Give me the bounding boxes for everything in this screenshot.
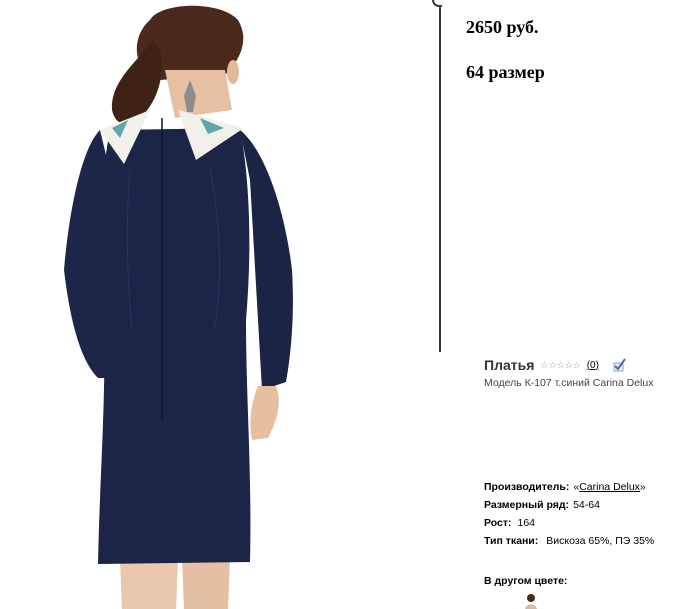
spec-size-range: Размерный ряд: 54-64 xyxy=(484,499,600,511)
spec-fabric-label: Тип ткани: xyxy=(484,535,539,547)
rating-count-link[interactable]: (0) xyxy=(587,360,599,371)
spec-manufacturer: Производитель: «Carina Delux» xyxy=(484,481,646,493)
panel-border-gap xyxy=(439,352,442,609)
compare-checkmark-icon[interactable] xyxy=(611,357,627,373)
model-text: Модель К-107 т.синий Carina Delux xyxy=(484,377,654,389)
spec-height-label: Рост: xyxy=(484,517,512,529)
category-row: Платья ☆☆☆☆☆ (0) xyxy=(484,357,627,373)
spec-fabric: Тип ткани: Вискоза 65%, ПЭ 35% xyxy=(484,535,654,547)
spec-size-range-value: 54-64 xyxy=(573,499,600,511)
dress-back-view-image xyxy=(64,5,293,609)
other-color-thumbnail[interactable] xyxy=(522,593,540,609)
manufacturer-link[interactable]: Carina Delux xyxy=(579,481,640,493)
spec-height-value: 164 xyxy=(517,517,536,529)
other-colors-label: В другом цвете: xyxy=(484,575,568,587)
spec-manufacturer-close: » xyxy=(639,481,646,493)
price-text: 2650 руб. xyxy=(466,17,539,37)
product-photo[interactable] xyxy=(0,0,438,609)
spec-fabric-value: Вискоза 65%, ПЭ 35% xyxy=(546,535,655,547)
spec-manufacturer-label: Производитель: xyxy=(484,481,570,493)
rating-stars-icon[interactable]: ☆☆☆☆☆ xyxy=(540,360,580,370)
spec-height: Рост: 164 xyxy=(484,517,535,529)
category-title: Платья xyxy=(484,357,535,373)
size-text: 64 размер xyxy=(466,62,545,82)
spec-size-range-label: Размерный ряд: xyxy=(484,499,570,511)
